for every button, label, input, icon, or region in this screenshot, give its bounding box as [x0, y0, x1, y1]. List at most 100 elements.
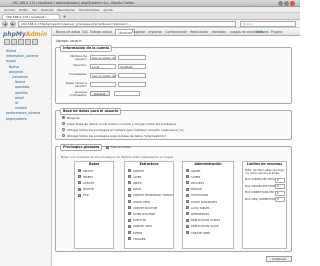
privilege-checkbox[interactable] — [186, 175, 189, 179]
url-input[interactable]: 192.168.2.174/phpmyadmin/server_privileg… — [18, 21, 236, 27]
privileges-note: Nota: Los nombres de los privilegios de … — [61, 155, 174, 159]
reload-icon[interactable] — [32, 39, 38, 45]
settings-icon[interactable] — [25, 39, 31, 45]
privilege-checkbox[interactable] — [186, 231, 189, 234]
privilege-checkbox[interactable] — [78, 175, 81, 179]
privilege-group: Administración GRANT SUPER PROCESS RELOAD SHU… — [182, 161, 234, 249]
privilege-checkbox[interactable] — [186, 224, 189, 228]
sidebar-item[interactable]: apellidos — [15, 85, 29, 89]
privilege-checkbox[interactable] — [78, 187, 81, 191]
privilege-checkbox[interactable] — [186, 181, 189, 185]
database-option-radio[interactable] — [62, 122, 65, 125]
sidebar-item[interactable]: Nueva — [15, 80, 25, 84]
privilege-label: CREATE — [133, 168, 144, 173]
privilege-checkbox[interactable] — [186, 200, 189, 203]
field-type-select[interactable]: Local — [90, 64, 116, 69]
privilege-checkbox[interactable] — [128, 193, 131, 197]
privilege-checkbox[interactable] — [78, 181, 81, 185]
logout-icon[interactable] — [11, 39, 17, 45]
field-type-select[interactable]: Use el campo de texto: — [90, 73, 116, 78]
database-option-radio[interactable] — [62, 134, 65, 137]
database-legend: Base de datos para el usuario — [60, 108, 122, 115]
privilege-label: REPLICATION SLAVE — [191, 224, 219, 229]
nav-tab[interactable]: Plugins — [271, 29, 282, 35]
privilege-label: FILE — [83, 193, 89, 198]
sidebar-item[interactable]: id — [15, 101, 18, 105]
privilege-checkbox[interactable] — [78, 193, 81, 197]
sidebar-item[interactable]: information_schema — [6, 54, 38, 58]
close-icon[interactable] — [290, 1, 295, 6]
generate-password-button[interactable]: Generar — [90, 91, 110, 96]
sidebar-item[interactable]: Columnas — [12, 75, 28, 79]
privilege-label: PROCESS — [191, 180, 205, 185]
privilege-checkbox[interactable] — [128, 224, 131, 228]
sidebar-item[interactable]: proyecto — [9, 70, 23, 74]
privilege-checkbox[interactable] — [128, 169, 131, 172]
login-info-legend: Información de la cuenta — [60, 45, 113, 52]
field-input[interactable] — [118, 55, 146, 60]
privilege-checkbox[interactable] — [128, 200, 131, 203]
sidebar-item[interactable]: apellido — [15, 91, 28, 95]
privilege-checkbox[interactable] — [128, 231, 131, 234]
privilege-checkbox[interactable] — [128, 187, 131, 191]
privilege-checkbox[interactable] — [186, 212, 189, 216]
nav-tab[interactable]: Variables — [212, 29, 227, 35]
limit-input[interactable]: 0 — [275, 197, 285, 202]
nav-tab[interactable]: SQL — [82, 29, 88, 35]
sidebar-item[interactable]: phpmyadmin — [6, 117, 27, 121]
field-type-select[interactable]: Use el campo de texto: — [90, 55, 116, 60]
nav-tab[interactable]: Motores — [256, 29, 269, 35]
privilege-label: EXECUTE — [133, 218, 146, 223]
sidebar-item[interactable]: email — [15, 96, 24, 100]
go-button[interactable]: Continuar — [266, 256, 292, 262]
maximize-icon[interactable] — [284, 1, 289, 6]
sidebar-item[interactable]: nombre — [15, 106, 27, 110]
privilege-label: ALTER — [133, 174, 142, 179]
field-input[interactable] — [118, 82, 146, 87]
generated-password-field[interactable] — [114, 91, 140, 96]
docs-icon[interactable] — [18, 39, 24, 45]
database-option-radio[interactable] — [62, 116, 65, 119]
home-icon[interactable] — [4, 39, 10, 45]
check-all-checkbox[interactable] — [106, 146, 109, 149]
field-input[interactable] — [118, 73, 146, 78]
privilege-checkbox[interactable] — [128, 181, 131, 185]
privilege-checkbox[interactable] — [128, 206, 131, 210]
sidebar-item[interactable]: Nueva — [9, 65, 19, 69]
sidebar-item[interactable]: Nueva — [6, 49, 16, 53]
privilege-checkbox[interactable] — [128, 212, 131, 216]
privilege-checkbox[interactable] — [186, 193, 189, 197]
privilege-checkbox[interactable] — [128, 218, 131, 222]
nav-tab[interactable]: Replicación — [190, 29, 208, 35]
limit-input[interactable]: 0 — [275, 190, 285, 196]
nav-tab[interactable]: Configuración — [165, 29, 187, 35]
privilege-checkbox[interactable] — [186, 218, 189, 222]
privilege-label: SHOW VIEW — [133, 199, 151, 204]
minimize-icon[interactable] — [278, 1, 283, 6]
privilege-label: INDEX — [133, 180, 142, 185]
nav-tab[interactable]: Estado actual — [90, 29, 112, 35]
privilege-checkbox[interactable] — [78, 169, 81, 172]
limit-input[interactable]: 0 — [275, 184, 285, 189]
sidebar-item[interactable]: mysql — [6, 59, 16, 63]
database-option-label: Otorgar todos los privilegios para la ba… — [67, 133, 167, 138]
field-label: Debe volver a escribir: — [66, 82, 87, 88]
privilege-checkbox[interactable] — [128, 175, 131, 179]
limit-input[interactable]: 0 — [275, 177, 285, 183]
database-option-radio[interactable] — [62, 128, 65, 131]
nav-tab[interactable]: Importar — [148, 29, 162, 35]
privilege-checkbox[interactable] — [128, 237, 131, 241]
privilege-checkbox[interactable] — [186, 169, 189, 172]
privilege-checkbox[interactable] — [186, 187, 189, 191]
new-tab-icon[interactable]: + — [63, 14, 66, 19]
nav-tab[interactable]: Exportar — [132, 29, 146, 35]
nav-tab[interactable]: Bases de datos — [56, 29, 80, 35]
field-type-select[interactable] — [90, 82, 116, 87]
forward-icon[interactable]: ▶ — [10, 21, 16, 27]
back-icon[interactable]: ◀ — [2, 21, 8, 27]
privilege-checkbox[interactable] — [186, 206, 189, 210]
search-input[interactable]: Buscar — [240, 21, 296, 27]
sidebar-item[interactable]: performance_schema — [6, 111, 40, 115]
phpmyadmin-logo[interactable]: phpMyAdmin — [3, 31, 47, 38]
field-input[interactable]: localhost — [118, 64, 146, 69]
